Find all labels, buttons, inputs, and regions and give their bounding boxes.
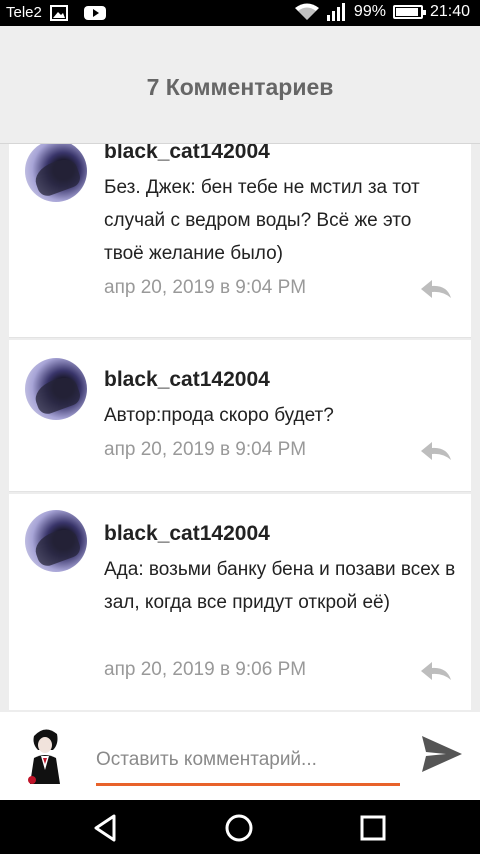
back-icon[interactable] <box>88 810 124 846</box>
comment-text: Ада: возьми банку бена и позави всех в з… <box>104 559 456 613</box>
comment-date: апр 20, 2019 в 9:06 PM <box>104 659 307 680</box>
comment-input-bar <box>0 712 480 800</box>
comment-card: black_cat142004 Ада: возьми банку бена и… <box>9 494 471 710</box>
page-title: 7 Комментариев <box>146 74 334 100</box>
home-icon[interactable] <box>221 810 257 846</box>
recent-apps-icon[interactable] <box>355 810 391 846</box>
battery-fill <box>395 8 418 16</box>
carrier-label: Tele2 <box>6 4 42 21</box>
clock: 21:40 <box>429 3 470 20</box>
comment-list[interactable]: black_cat142004 Без. Джек: бен тебе не м… <box>0 144 480 710</box>
user-avatar <box>20 722 70 786</box>
comment-input[interactable] <box>96 740 400 786</box>
avatar[interactable] <box>25 358 87 420</box>
comment-author[interactable]: black_cat142004 <box>104 368 270 392</box>
system-nav-bar <box>0 800 480 854</box>
avatar[interactable] <box>25 510 87 572</box>
comment-card: black_cat142004 Без. Джек: бен тебе не м… <box>9 144 471 338</box>
send-icon[interactable] <box>420 734 464 774</box>
reply-icon[interactable] <box>419 440 453 462</box>
comment-author[interactable]: black_cat142004 <box>104 522 270 546</box>
avatar[interactable] <box>25 144 87 202</box>
comment-date: апр 20, 2019 в 9:04 PM <box>104 439 307 460</box>
status-bar: Tele2 99% 21:40 <box>0 0 480 26</box>
comment-text: Автор:прода скоро будет? <box>104 405 334 426</box>
image-icon <box>50 5 68 21</box>
comment-card: black_cat142004 Автор:прода скоро будет?… <box>9 340 471 492</box>
comment-author[interactable]: black_cat142004 <box>104 144 270 164</box>
comments-header: 7 Комментариев <box>0 26 480 144</box>
comment-date: апр 20, 2019 в 9:04 PM <box>104 277 307 298</box>
battery-percent: 99% <box>353 3 386 20</box>
reply-icon[interactable] <box>419 660 453 682</box>
signal-icon <box>326 3 345 21</box>
comment-text: Без. Джек: бен тебе не мстил за тот случ… <box>104 177 420 264</box>
wifi-icon <box>294 3 319 20</box>
youtube-icon <box>84 6 106 20</box>
reply-icon[interactable] <box>419 278 453 300</box>
battery-icon <box>392 5 426 19</box>
